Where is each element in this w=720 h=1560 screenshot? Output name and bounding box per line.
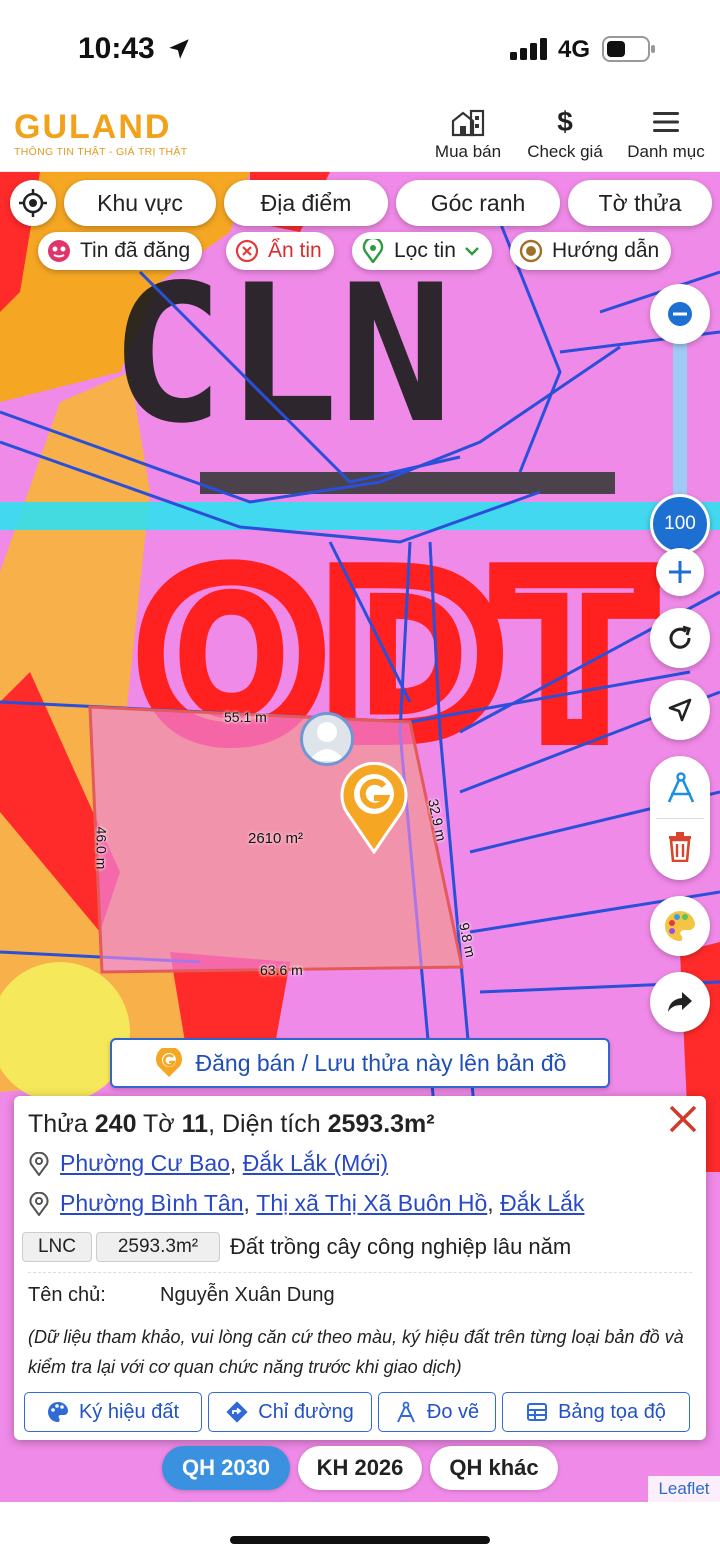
pill-tin-da-dang[interactable]: Tin đã đăng	[38, 232, 203, 270]
land-type-description: Đất trồng cây công nghiệp lâu năm	[230, 1234, 572, 1259]
palette-icon	[47, 1402, 68, 1422]
plan-qh-khac[interactable]: QH khác	[430, 1446, 558, 1490]
guland-logo[interactable]: GULAND	[14, 108, 171, 147]
zoom-level[interactable]: 100	[650, 494, 710, 554]
land-legend-button[interactable]: Ký hiệu đất	[24, 1392, 202, 1432]
guland-pin-icon[interactable]	[340, 762, 408, 854]
owner-label: Tên chủ:	[28, 1284, 106, 1306]
crosshair-icon	[19, 189, 47, 217]
map-pin-icon	[362, 239, 384, 263]
edge-label-bottom: 63.6 m	[260, 962, 303, 978]
pill-huong-dan[interactable]: Hướng dẫn	[510, 232, 672, 270]
chip-goc-ranh[interactable]: Góc ranh	[396, 180, 560, 226]
parcel-title: Thửa 240 Tờ 11, Diện tích 2593.3m²	[28, 1110, 435, 1138]
directions-button[interactable]: Chỉ đường	[208, 1392, 372, 1432]
location-arrow-icon	[169, 39, 189, 59]
measure-button[interactable]	[664, 772, 698, 809]
dollar-icon: $	[557, 106, 573, 137]
land-code-badge: LNC	[22, 1232, 92, 1262]
share-button[interactable]	[650, 972, 710, 1032]
compass-ruler-icon	[396, 1401, 415, 1423]
delete-button[interactable]	[667, 832, 693, 867]
location-pin-icon	[29, 1191, 49, 1216]
compass-ruler-icon	[667, 772, 695, 803]
navigate-button[interactable]	[650, 680, 710, 740]
minus-icon	[668, 302, 692, 326]
table-icon	[527, 1403, 548, 1421]
signal-icon	[510, 38, 547, 60]
nav-danh-muc[interactable]: Danh mục	[622, 106, 710, 162]
status-bar: 10:43 4G	[0, 0, 720, 96]
divider	[28, 1272, 692, 1273]
chevron-down-icon	[465, 247, 479, 256]
address-old: Phường Bình Tân, Thị xã Thị Xã Buôn Hồ, …	[28, 1190, 584, 1217]
chip-to-thua[interactable]: Tờ thửa	[568, 180, 712, 226]
directions-icon	[226, 1401, 248, 1423]
guland-g-icon	[155, 1048, 182, 1077]
palette-button[interactable]	[650, 896, 710, 956]
owner-name: Nguyễn Xuân Dung	[160, 1284, 335, 1306]
palette-icon	[665, 910, 695, 941]
trash-icon	[669, 832, 691, 863]
svg-text:CLN: CLN	[110, 244, 453, 465]
pill-an-tin[interactable]: Ẩn tin	[226, 232, 334, 270]
refresh-button[interactable]	[650, 608, 710, 668]
land-area-badge: 2593.3m²	[96, 1232, 220, 1262]
mask-icon	[48, 240, 70, 262]
nav-check-gia[interactable]: $ Check giá	[520, 106, 610, 162]
disclaimer-note: (Dữ liệu tham khảo, vui lòng căn cứ theo…	[28, 1327, 684, 1377]
user-avatar[interactable]	[300, 712, 354, 766]
battery-icon	[602, 36, 655, 62]
ward-link[interactable]: Phường Cư Bao	[60, 1150, 230, 1177]
home-indicator[interactable]	[230, 1536, 490, 1544]
town-link[interactable]: Thị xã Thị Xã Buôn Hồ	[256, 1190, 487, 1217]
plus-icon	[669, 561, 691, 583]
province-link[interactable]: Đắk Lắk	[500, 1190, 584, 1217]
close-icon[interactable]	[666, 1102, 700, 1136]
plan-kh-2026[interactable]: KH 2026	[298, 1446, 422, 1490]
play-circle-icon	[519, 239, 543, 263]
share-arrow-icon	[668, 992, 692, 1012]
buildings-icon	[451, 109, 485, 137]
plan-qh-2030[interactable]: QH 2030	[162, 1446, 290, 1490]
zoom-in-button[interactable]	[656, 548, 704, 596]
person-icon	[309, 722, 345, 761]
measure-draw-button[interactable]: Đo vẽ	[378, 1392, 496, 1432]
measure-tools-group	[650, 756, 710, 880]
post-parcel-button[interactable]: Đăng bán / Lưu thửa này lên bản đồ	[110, 1038, 610, 1088]
address-new: Phường Cư Bao, Đắk Lắk (Mới)	[28, 1150, 388, 1177]
network-type: 4G	[558, 36, 591, 63]
menu-icon	[653, 112, 679, 132]
edge-label-top: 55.1 m	[224, 709, 267, 725]
leaflet-attribution[interactable]: Leaflet	[648, 1476, 720, 1502]
pill-loc-tin[interactable]: Lọc tin	[352, 232, 492, 270]
province-link[interactable]: Đắk Lắk (Mới)	[243, 1150, 388, 1177]
locate-me-button[interactable]	[10, 180, 56, 226]
parcel-area-label: 2610 m²	[248, 830, 304, 847]
ward-link[interactable]: Phường Bình Tân	[60, 1190, 244, 1217]
status-time: 10:43	[78, 32, 155, 65]
zoom-out-button[interactable]	[650, 284, 710, 344]
chip-khu-vuc[interactable]: Khu vực	[64, 180, 216, 226]
parcel-info-panel: Thửa 240 Tờ 11, Diện tích 2593.3m² Phườn…	[14, 1096, 706, 1440]
refresh-icon	[669, 625, 691, 649]
logo-tagline: THÔNG TIN THẬT - GIÁ TRỊ THẬT	[14, 146, 188, 158]
nav-mua-ban[interactable]: Mua bán	[428, 106, 508, 162]
close-circle-icon	[235, 239, 259, 263]
edge-label-left: 46.0 m	[93, 826, 110, 870]
app-header: GULAND THÔNG TIN THẬT - GIÁ TRỊ THẬT Mua…	[0, 96, 720, 172]
navigation-arrow-icon	[668, 698, 692, 722]
coordinates-table-button[interactable]: Bảng tọa độ	[502, 1392, 690, 1432]
location-pin-icon	[29, 1151, 49, 1176]
chip-dia-diem[interactable]: Địa điểm	[224, 180, 388, 226]
